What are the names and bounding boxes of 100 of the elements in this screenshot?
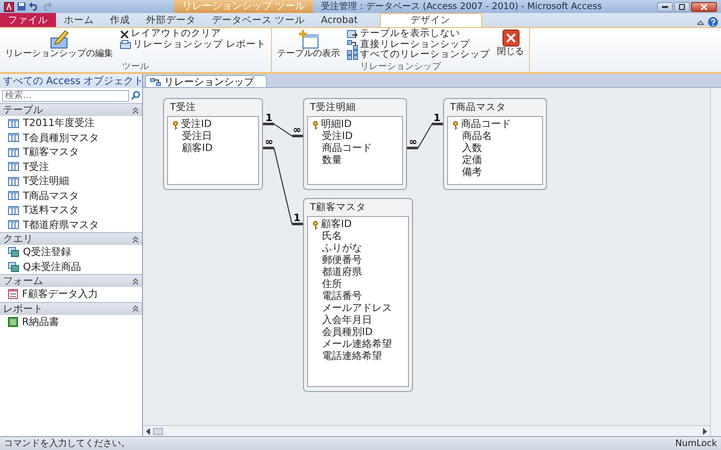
table-field[interactable]: 商品コード: [448, 119, 542, 131]
table-field[interactable]: 入数: [448, 143, 542, 155]
table-field[interactable]: 電話番号: [308, 291, 408, 303]
nav-item[interactable]: Q未受注商品: [0, 260, 142, 274]
table-field[interactable]: 受注ID: [168, 119, 258, 131]
table-field[interactable]: 数量: [308, 155, 402, 167]
group-title: テーブル: [3, 104, 43, 117]
report-icon: [8, 316, 18, 327]
maximize-icon: [679, 4, 685, 10]
table-field[interactable]: 氏名: [308, 231, 408, 243]
table-icon: [8, 118, 19, 128]
collapse-icon[interactable]: [132, 106, 139, 114]
status-message: コマンドを入力してください。: [4, 438, 130, 450]
group-header[interactable]: テーブル: [0, 103, 142, 116]
cardinality-label: ∞: [292, 125, 302, 136]
nav-item[interactable]: T2011年度受注: [0, 116, 142, 130]
nav-item[interactable]: T都道府県マスタ: [0, 218, 142, 232]
ribbon-button[interactable]: 閉じる: [495, 29, 526, 57]
horizontal-scrollbar[interactable]: [143, 425, 710, 436]
nav-item[interactable]: Q受注登録: [0, 245, 142, 260]
x-icon: [120, 30, 129, 39]
linked-tables-icon: [347, 40, 358, 50]
ribbon-tab[interactable]: デザイン: [380, 13, 482, 27]
table-window[interactable]: T顧客マスタ 顧客ID 氏名 ふりがな 郵便番号 都道府県 住所 電話番号 メールアドレス 入会年月日 会員種別ID メール連絡希望 電話連絡希望: [303, 198, 413, 392]
table-field[interactable]: 受注ID: [308, 131, 402, 143]
vertical-scrollbar[interactable]: [710, 88, 721, 436]
nav-item[interactable]: T送料マスタ: [0, 203, 142, 218]
relationship-line[interactable]: [407, 122, 443, 150]
group-header[interactable]: レポート: [0, 302, 142, 314]
nav-item[interactable]: T受注明細: [0, 174, 142, 188]
group-header[interactable]: クエリ: [0, 232, 142, 245]
nav-item[interactable]: F顧客データ入力: [0, 287, 142, 302]
table-field[interactable]: 都道府県: [308, 267, 408, 279]
group-header[interactable]: フォーム: [0, 274, 142, 287]
table-field[interactable]: ふりがな: [308, 243, 408, 255]
collapse-icon[interactable]: [132, 236, 139, 242]
ribbon-button[interactable]: レイアウトのクリア: [118, 29, 268, 40]
table-field[interactable]: 明細ID: [308, 119, 402, 131]
cardinality-label: 1: [266, 113, 272, 124]
table-field[interactable]: 受注日: [168, 131, 258, 143]
table-field[interactable]: 郵便番号: [308, 255, 408, 267]
ribbon-tab[interactable]: ホーム: [56, 13, 102, 27]
search-icon[interactable]: [131, 91, 140, 100]
table-icon: [8, 162, 19, 172]
table-field[interactable]: 顧客ID: [168, 143, 258, 155]
table-field[interactable]: 住所: [308, 279, 408, 291]
group-title: レポート: [3, 302, 43, 316]
collapse-icon[interactable]: [132, 278, 139, 284]
table-window[interactable]: T受注 受注ID 受注日 顧客ID: [163, 98, 263, 190]
table-field[interactable]: 定価: [448, 155, 542, 167]
nav-item[interactable]: T会員種別マスタ: [0, 130, 142, 145]
relationship-line[interactable]: [263, 122, 303, 138]
ribbon-tab[interactable]: データベース ツール: [204, 13, 314, 27]
table-window[interactable]: T商品マスタ 商品コード 商品名 入数 定価 備考: [443, 98, 547, 190]
ribbon-tab[interactable]: ファイル: [0, 13, 56, 27]
table-field[interactable]: メールアドレス: [308, 303, 408, 315]
minimize-icon: [662, 6, 668, 8]
collapse-icon[interactable]: [132, 305, 139, 312]
nav-item[interactable]: R納品書: [0, 314, 142, 329]
table-field[interactable]: 商品コード: [308, 143, 402, 155]
right-arrow-icon[interactable]: [702, 428, 708, 434]
ribbon-tab[interactable]: Acrobat: [313, 13, 366, 27]
ribbon-button[interactable]: テーブルの表示: [275, 29, 342, 59]
left-arrow-icon[interactable]: [145, 428, 151, 434]
table-field[interactable]: 顧客ID: [308, 219, 408, 231]
table-field[interactable]: メール連絡希望: [308, 339, 408, 351]
table-field[interactable]: 入会年月日: [308, 315, 408, 327]
nav-item[interactable]: T商品マスタ: [0, 188, 142, 203]
maximize-button[interactable]: [674, 2, 690, 12]
ribbon-button[interactable]: すべてのリレーションシップ: [345, 50, 492, 60]
nav-item[interactable]: T顧客マスタ: [0, 145, 142, 160]
table-icon: [8, 191, 19, 200]
ribbon-tab[interactable]: 外部データ: [138, 13, 204, 27]
table-field[interactable]: 会員種別ID: [308, 327, 408, 339]
save-icon[interactable]: [17, 2, 26, 11]
form-icon: [8, 289, 18, 300]
document-tab[interactable]: リレーションシップ: [145, 75, 267, 87]
relationship-line[interactable]: [263, 146, 303, 226]
scrollbar-thumb[interactable]: [153, 428, 163, 434]
minimize-button[interactable]: [657, 2, 673, 12]
ribbon-button[interactable]: リレーションシップの編集: [3, 29, 115, 59]
window-title: 受注管理 : データベース (Access 2007 - 2010) - Microsoft Access: [321, 0, 603, 13]
close-button[interactable]: [691, 2, 717, 12]
cardinality-label: ∞: [264, 137, 274, 148]
table-field[interactable]: 電話連絡希望: [308, 351, 408, 363]
help-icon[interactable]: [708, 17, 718, 27]
relationship-icon: [150, 78, 161, 86]
undo-icon[interactable]: [29, 2, 39, 11]
table-plus-icon: [298, 29, 320, 49]
table-field[interactable]: 商品名: [448, 131, 542, 143]
collapse-ribbon-icon[interactable]: [697, 20, 704, 24]
ribbon-button[interactable]: リレーションシップ レポート: [118, 40, 268, 50]
table-field[interactable]: 備考: [448, 167, 542, 179]
ribbon-tab[interactable]: 作成: [102, 13, 138, 27]
table-window[interactable]: T受注明細 明細ID 受注ID 商品コード 数量: [303, 98, 407, 190]
key-icon: [172, 120, 179, 130]
ribbon-button[interactable]: テーブルを表示しない: [345, 29, 492, 40]
app-icon[interactable]: [4, 2, 14, 12]
ribbon-button[interactable]: 直接リレーションシップ: [345, 40, 492, 50]
nav-item[interactable]: T受注: [0, 160, 142, 174]
